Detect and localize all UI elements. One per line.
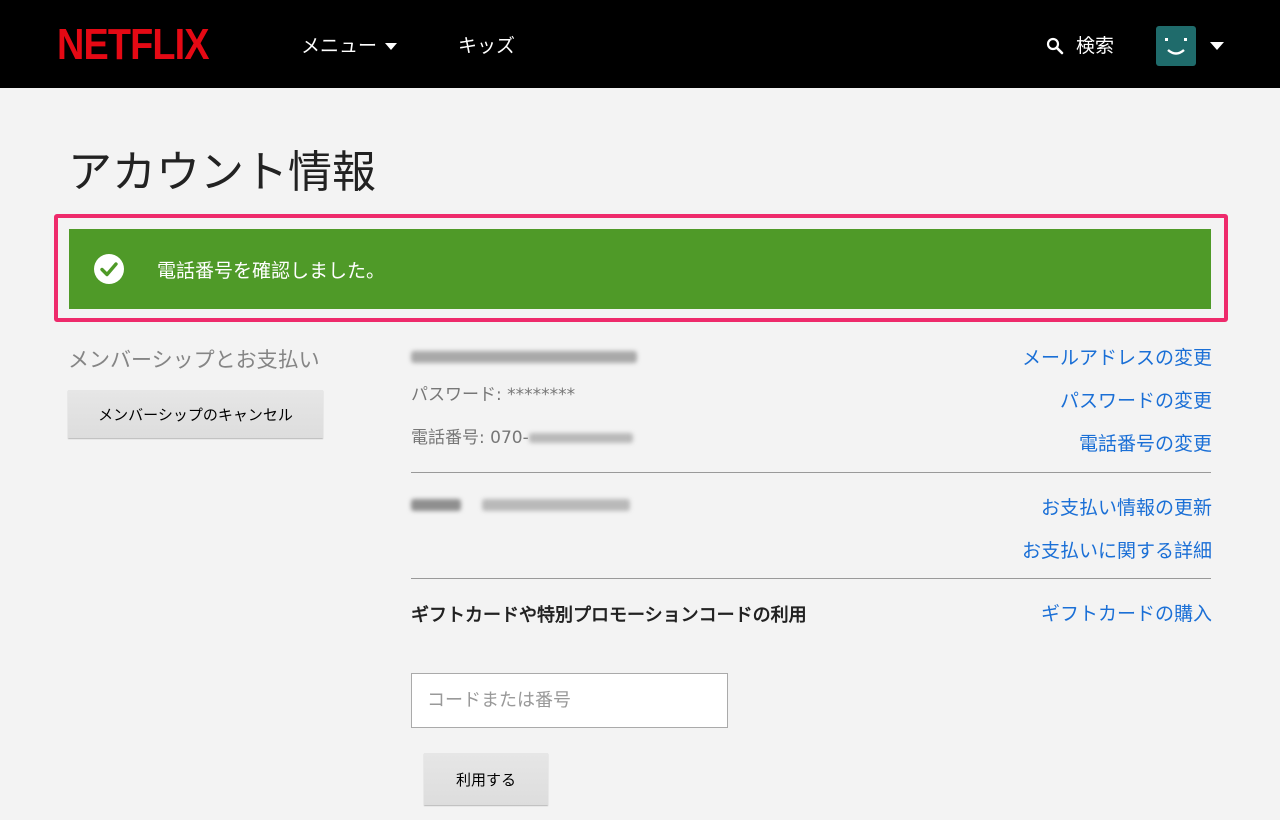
top-navigation-bar: NETFLIX メニュー キッズ 検索 [0,0,1280,88]
menu-dropdown[interactable]: メニュー [301,34,398,58]
change-phone-link[interactable]: 電話番号の変更 [1079,432,1212,456]
gift-code-input[interactable] [411,673,728,728]
menu-label: メニュー [301,35,378,57]
membership-section-label: メンバーシップとお支払い [68,348,320,372]
change-password-link[interactable]: パスワードの変更 [1060,389,1212,413]
email-value-redacted [411,346,637,368]
payment-details-link[interactable]: お支払いに関する詳細 [1022,539,1212,563]
phone-value: 電話番号: 070- [411,427,633,449]
profile-avatar[interactable] [1156,26,1196,66]
check-circle-icon [94,254,124,284]
divider [411,578,1211,579]
redacted-blur [411,351,637,363]
redacted-blur [482,499,631,511]
cancel-membership-button[interactable]: メンバーシップのキャンセル [68,390,323,438]
change-email-link[interactable]: メールアドレスの変更 [1022,346,1212,370]
update-payment-link[interactable]: お支払い情報の更新 [1041,496,1212,520]
chevron-down-icon [385,42,398,50]
search-button[interactable]: 検索 [1046,34,1114,58]
nav-kids-link[interactable]: キッズ [458,34,515,58]
phone-prefix: 電話番号: 070- [411,428,529,448]
password-value: パスワード: ******** [411,385,576,405]
buy-gift-card-link[interactable]: ギフトカードの購入 [1041,602,1212,626]
success-message: 電話番号を確認しました。 [157,259,386,282]
redacted-blur [411,499,461,511]
netflix-logo[interactable]: NETFLIX [57,20,210,70]
profile-chevron-down-icon[interactable] [1210,42,1224,50]
divider [411,472,1211,473]
search-icon [1046,37,1064,55]
redacted-blur [528,433,633,443]
redeem-button[interactable]: 利用する [424,753,548,805]
search-label: 検索 [1076,35,1115,57]
smiley-face-icon [1165,38,1187,55]
page-title: アカウント情報 [68,147,376,198]
success-banner: 電話番号を確認しました。 [69,229,1211,309]
gift-card-title: ギフトカードや特別プロモーションコードの利用 [411,605,807,626]
payment-method-redacted [411,494,631,516]
